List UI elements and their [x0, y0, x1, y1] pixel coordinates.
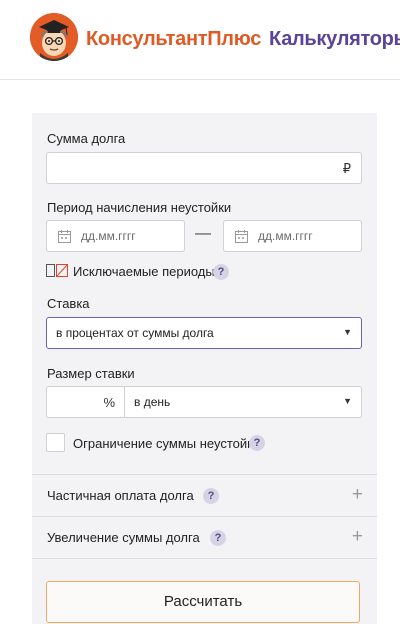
rate-type-select[interactable]: в процентах от суммы долга ▼ [46, 317, 362, 349]
limit-penalty-label[interactable]: Ограничение суммы неустойки [73, 436, 260, 451]
expand-plus-icon[interactable]: + [352, 526, 363, 548]
chevron-down-icon: ▼ [343, 396, 352, 406]
consultant-plus-logo[interactable] [30, 13, 78, 61]
percent-sign: % [103, 395, 115, 410]
excluded-calendar-icon [46, 264, 68, 277]
penalty-period-label: Период начисления неустойки [47, 200, 232, 215]
accordion-divider [32, 558, 377, 559]
brand-title[interactable]: КонсультантПлюс Калькуляторы [86, 28, 400, 51]
rate-type-selected: в процентах от суммы долга [56, 326, 214, 340]
professor-mascot-icon [30, 13, 78, 61]
date-from-placeholder: дд.мм.гггг [81, 229, 136, 243]
rate-label: Ставка [47, 296, 90, 311]
rate-period-select[interactable]: в день ▼ [124, 386, 362, 418]
rate-period-selected: в день [134, 395, 171, 409]
app-header: КонсультантПлюс Калькуляторы [0, 0, 400, 80]
excluded-periods-label: Исключаемые периоды [73, 264, 215, 279]
rate-size-input[interactable]: % [46, 386, 124, 418]
accordion-debt-increase[interactable]: Увеличение суммы долга ? + [32, 516, 377, 558]
debt-increase-help-icon[interactable]: ? [210, 530, 226, 546]
excluded-periods-help-icon[interactable]: ? [213, 264, 229, 280]
accordion-debt-increase-label: Увеличение суммы долга [47, 530, 200, 545]
rate-size-label: Размер ставки [47, 366, 135, 381]
chevron-down-icon: ▼ [343, 327, 352, 337]
brand-sub-text: Калькуляторы [269, 28, 400, 50]
penalty-calculator-form: Сумма долга ₽ Период начисления неустойк… [32, 113, 377, 624]
accordion-partial-payment[interactable]: Частичная оплата долга ? + [32, 474, 377, 516]
calendar-icon [58, 230, 71, 243]
ruble-sign: ₽ [342, 161, 351, 176]
date-from-input[interactable]: дд.мм.гггг [46, 220, 185, 252]
date-to-placeholder: дд.мм.гггг [258, 229, 313, 243]
expand-plus-icon[interactable]: + [352, 484, 363, 506]
calculate-button[interactable]: Рассчитать [46, 581, 360, 623]
brand-main-text: КонсультантПлюс [86, 28, 262, 50]
debt-amount-label: Сумма долга [47, 131, 126, 146]
date-to-input[interactable]: дд.мм.гггг [223, 220, 362, 252]
limit-penalty-checkbox[interactable] [46, 433, 65, 452]
debt-amount-input[interactable]: ₽ [46, 152, 362, 184]
calendar-icon [235, 230, 248, 243]
date-range-separator: — [195, 225, 211, 242]
partial-payment-help-icon[interactable]: ? [203, 488, 219, 504]
limit-penalty-help-icon[interactable]: ? [249, 435, 265, 451]
accordion-partial-payment-label: Частичная оплата долга [47, 488, 194, 503]
rate-size-group: % в день ▼ [46, 386, 362, 418]
